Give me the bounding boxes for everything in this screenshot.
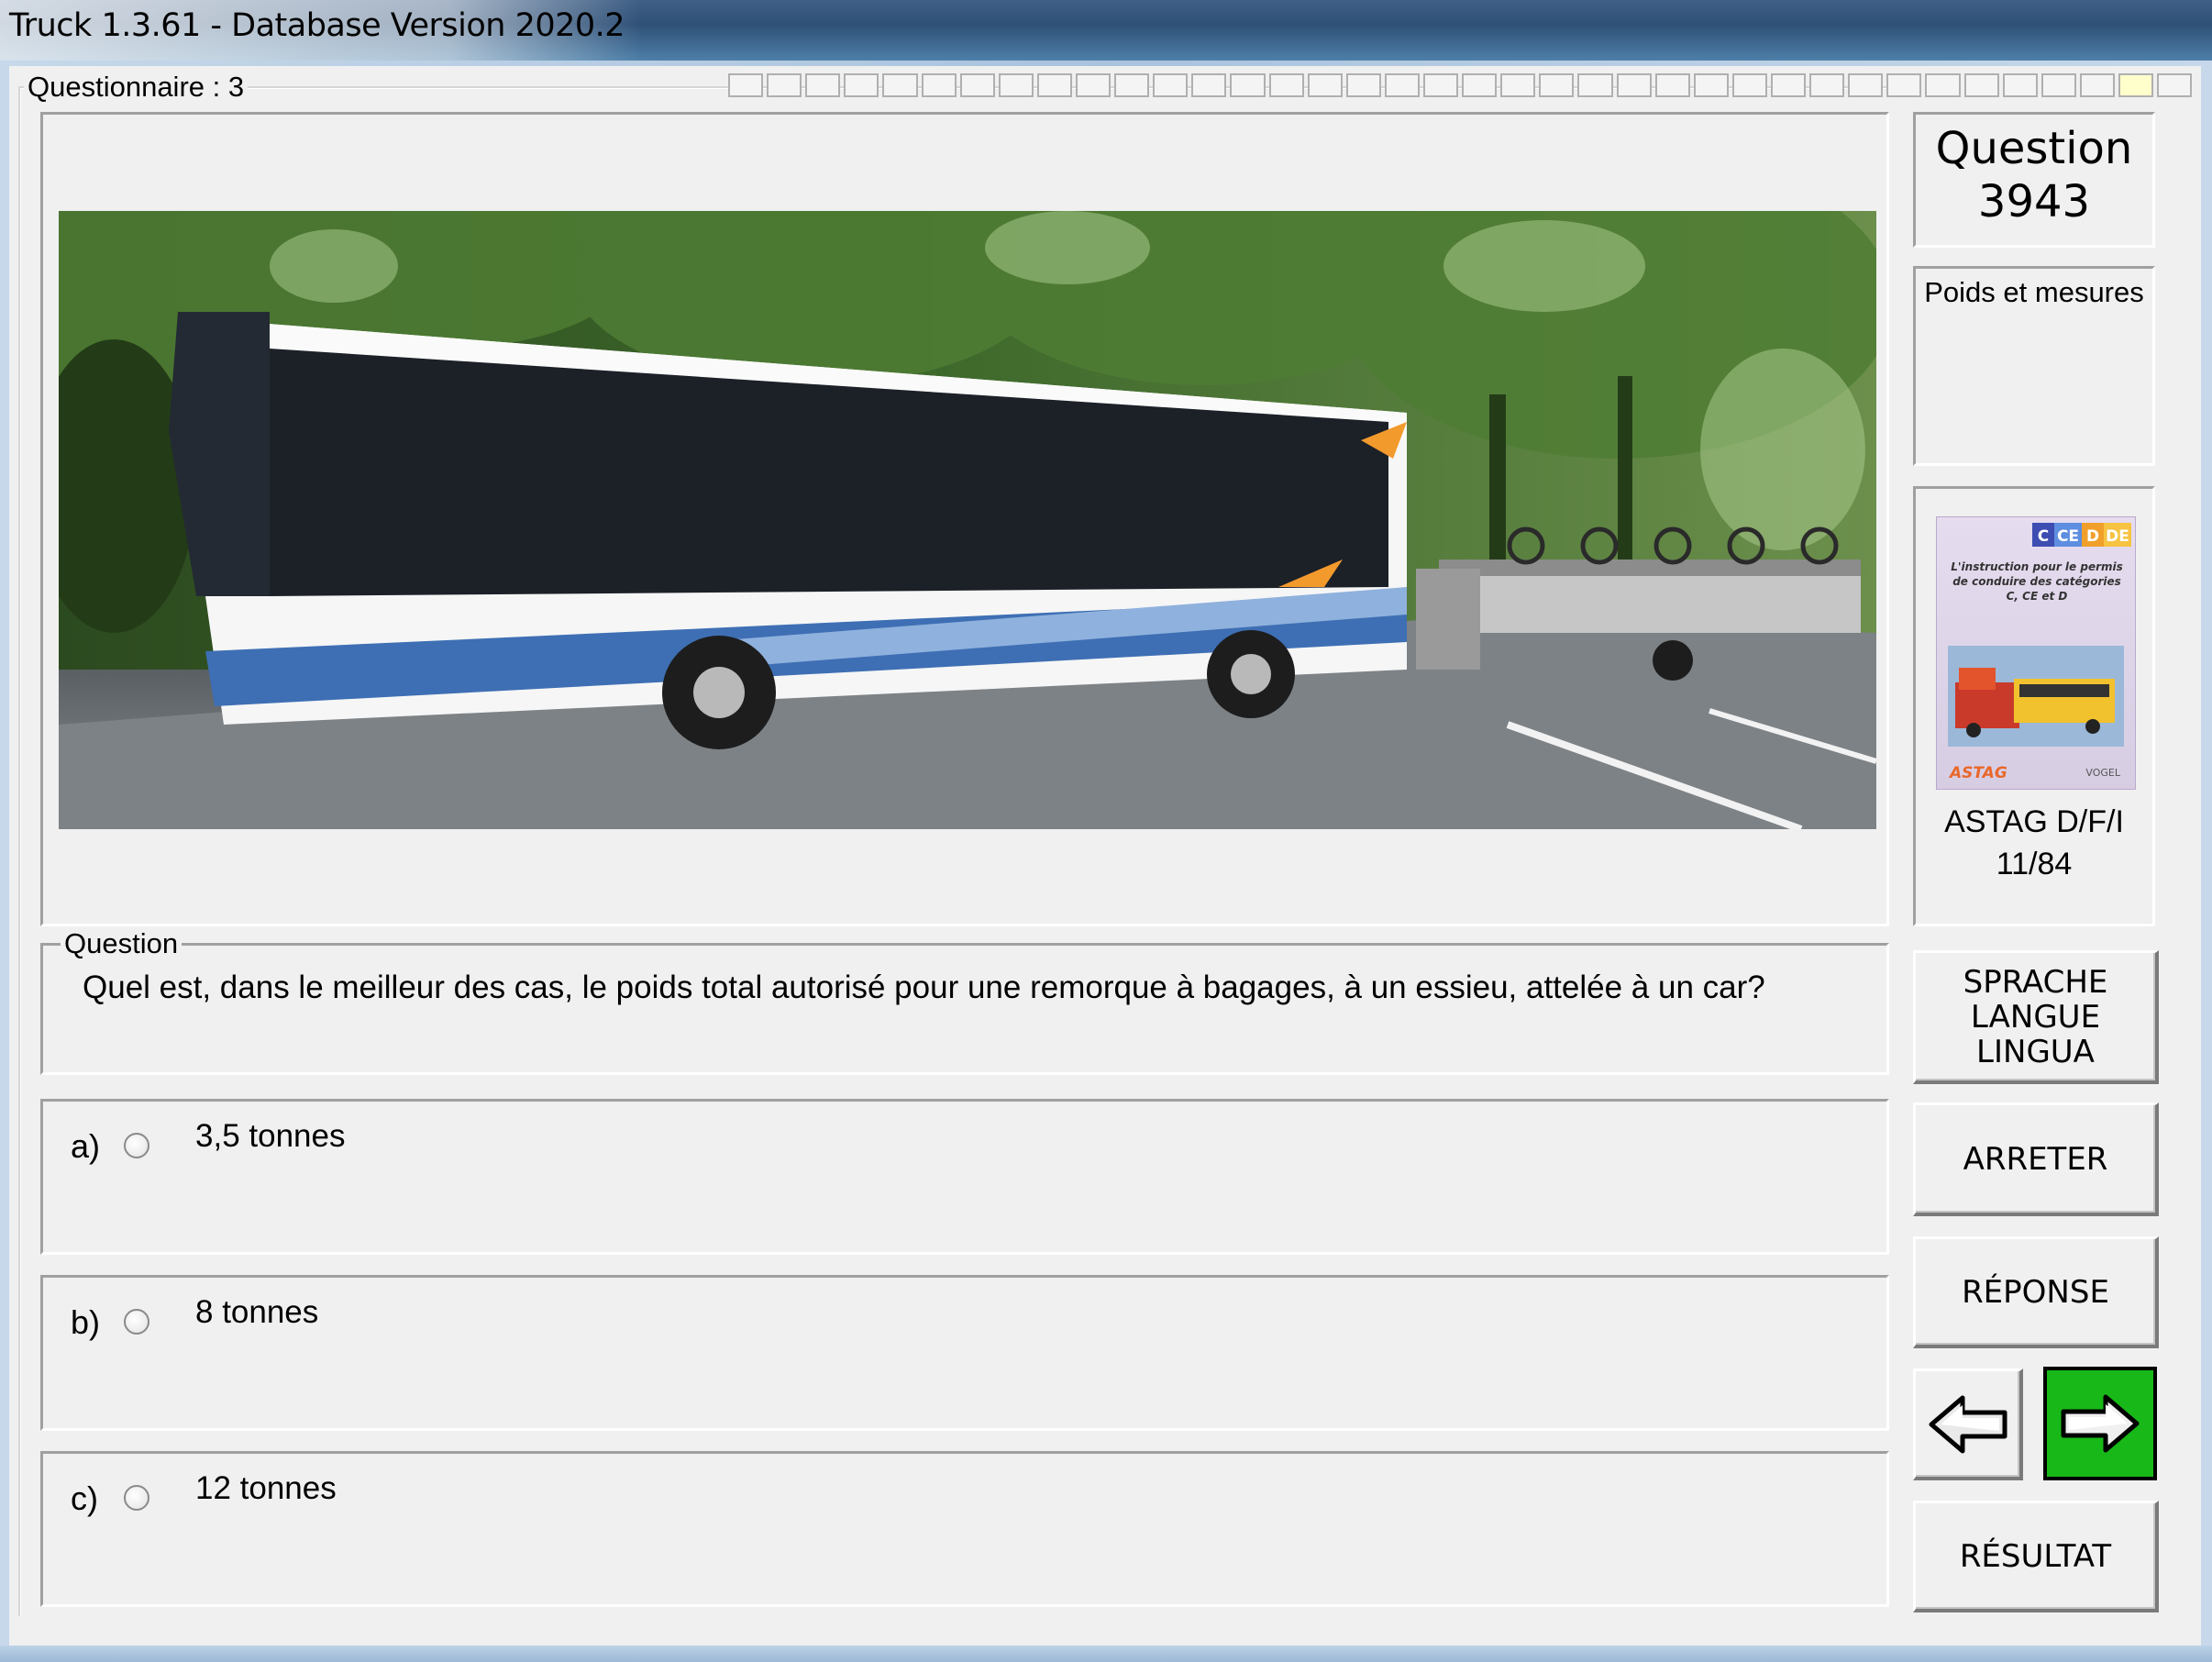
answer-text: 12 tonnes — [195, 1470, 337, 1506]
progress-cell — [882, 73, 918, 97]
progress-cell — [1539, 73, 1575, 97]
language-button-label: SPRACHE LANGUE LINGUA — [1963, 965, 2108, 1069]
progress-cell — [1693, 73, 1729, 97]
progress-cell — [1075, 73, 1112, 97]
answer-letter: a) — [71, 1127, 101, 1165]
window-title: Truck 1.3.61 - Database Version 2020.2 — [9, 7, 625, 44]
progress-cell — [767, 73, 802, 97]
book-badge-ce: CE — [2057, 527, 2079, 546]
question-category: Poids et mesures — [1924, 276, 2144, 308]
book-badge-d: D — [2086, 527, 2099, 546]
arrow-left-icon — [1929, 1395, 2007, 1453]
progress-cell — [1731, 73, 1767, 97]
stop-button[interactable]: ARRETER — [1913, 1102, 2159, 1216]
progress-cell — [1114, 73, 1150, 97]
progress-cell — [728, 73, 764, 97]
progress-cell — [1422, 73, 1459, 97]
question-photo-bus-with-trailer — [59, 211, 1876, 829]
question-number-label: Question — [1935, 123, 2133, 174]
progress-cell — [2079, 73, 2115, 97]
question-number: 3943 — [1977, 176, 2091, 227]
progress-cell — [959, 73, 995, 97]
progress-cell — [1036, 73, 1072, 97]
question-text-box — [40, 943, 1889, 1075]
language-label-de: SPRACHE — [1963, 963, 2108, 1001]
book-badge-c: C — [2038, 527, 2049, 546]
progress-cell — [1848, 73, 1884, 97]
book-publisher-left: ASTAG — [1948, 764, 2007, 782]
question-progress-strip — [728, 73, 2193, 97]
book-reference-title: ASTAG D/F/I — [1944, 804, 2124, 839]
progress-cell — [1616, 73, 1652, 97]
category-box: Poids et mesures — [1913, 266, 2155, 466]
stop-button-label: ARRETER — [1963, 1140, 2108, 1178]
answer-text: 3,5 tonnes — [195, 1118, 346, 1154]
language-label-fr: LANGUE — [1970, 998, 2101, 1036]
progress-cell — [2041, 73, 2076, 97]
book-publisher-right: VOGEL — [2085, 767, 2120, 779]
book-reference-page: 11/84 — [1996, 847, 2073, 881]
progress-cell — [1654, 73, 1690, 97]
progress-cell — [1191, 73, 1227, 97]
answer-radio-a[interactable] — [124, 1133, 149, 1158]
answer-option-b[interactable]: b) 8 tonnes — [40, 1275, 1889, 1431]
progress-cell — [1462, 73, 1498, 97]
progress-cell — [1500, 73, 1536, 97]
answer-option-a[interactable]: a) 3,5 tonnes — [40, 1099, 1889, 1255]
progress-cell — [1384, 73, 1420, 97]
progress-cell — [805, 73, 841, 97]
result-button-label: RÉSULTAT — [1959, 1537, 2112, 1575]
progress-cell — [1963, 73, 1999, 97]
progress-cell — [1577, 73, 1613, 97]
progress-cell — [1345, 73, 1381, 97]
progress-cell — [1307, 73, 1343, 97]
title-bar: Truck 1.3.61 - Database Version 2020.2 — [0, 0, 2212, 61]
progress-cell — [1886, 73, 1922, 97]
result-button[interactable]: RÉSULTAT — [1913, 1501, 2159, 1612]
answer-radio-c[interactable] — [124, 1485, 149, 1511]
answer-radio-b[interactable] — [124, 1309, 149, 1335]
questionnaire-label: Questionnaire : 3 — [24, 72, 249, 103]
progress-cell — [2157, 73, 2193, 97]
progress-cell — [1268, 73, 1304, 97]
progress-cell — [921, 73, 957, 97]
book-title: L'instruction pour le permis de conduire… — [1951, 560, 2123, 603]
book-badge-de: DE — [2106, 527, 2129, 546]
progress-cell — [844, 73, 879, 97]
progress-cell — [1809, 73, 1845, 97]
window-bottom-border — [0, 1645, 2212, 1662]
progress-cell — [1770, 73, 1807, 97]
arrow-right-icon — [2061, 1394, 2140, 1453]
book-reference: ASTAG D/F/I 11/84 — [1916, 801, 2152, 885]
question-legend: Question — [61, 928, 182, 959]
book-cover-thumbnail: C CE D DE L'instruction pour le permis d… — [1936, 516, 2136, 790]
next-question-button[interactable] — [2043, 1367, 2157, 1480]
answer-button-label: RÉPONSE — [1962, 1273, 2109, 1311]
answer-letter: b) — [71, 1303, 101, 1341]
reference-book-box: C CE D DE L'instruction pour le permis d… — [1913, 486, 2155, 926]
progress-cell — [2002, 73, 2038, 97]
progress-cell — [998, 73, 1034, 97]
question-number-box: Question 3943 — [1913, 112, 2155, 248]
language-label-it: LINGUA — [1976, 1033, 2095, 1070]
language-button[interactable]: SPRACHE LANGUE LINGUA — [1913, 950, 2159, 1084]
answer-letter: c) — [71, 1479, 98, 1517]
previous-question-button[interactable] — [1913, 1368, 2023, 1480]
answer-text: 8 tonnes — [195, 1294, 319, 1330]
answer-option-c[interactable]: c) 12 tonnes — [40, 1451, 1889, 1607]
progress-cell — [1230, 73, 1266, 97]
progress-cell — [1925, 73, 1961, 97]
progress-cell — [1153, 73, 1189, 97]
progress-cell — [2118, 73, 2154, 97]
question-text: Quel est, dans le meilleur des cas, le p… — [83, 970, 1765, 1005]
answer-button[interactable]: RÉPONSE — [1913, 1236, 2159, 1348]
